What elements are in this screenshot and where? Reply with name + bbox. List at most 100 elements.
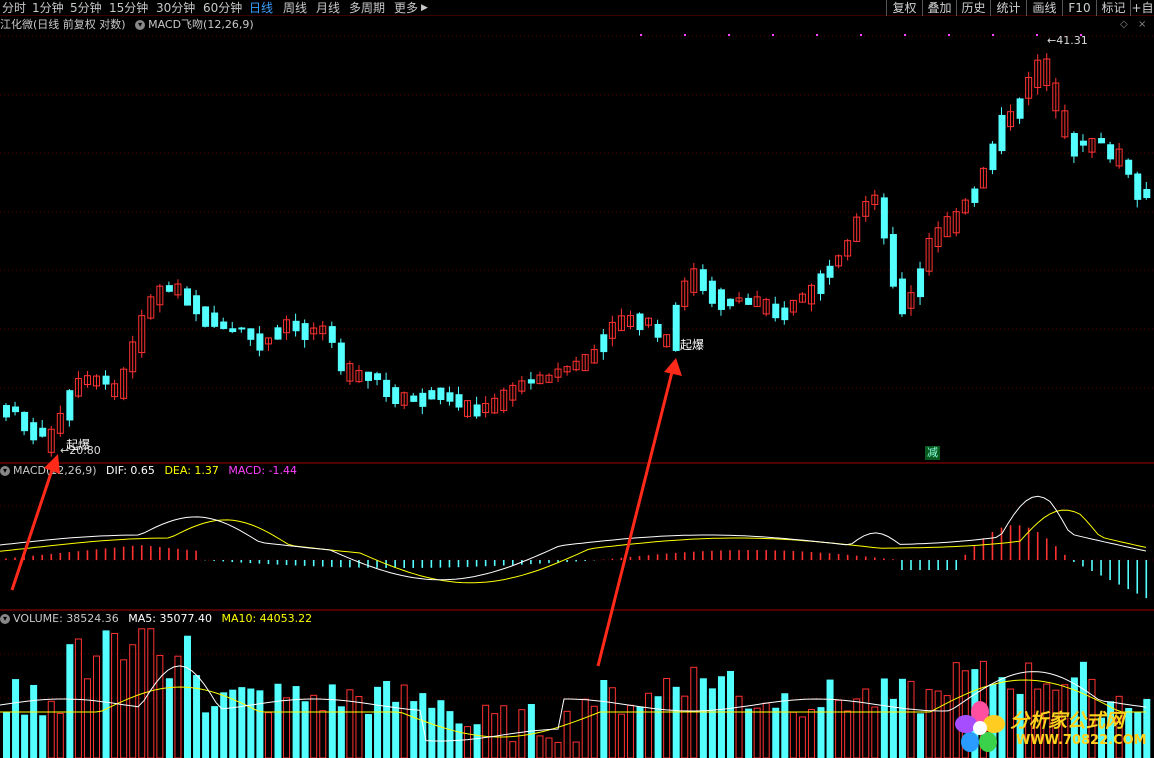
volume-bar (572, 741, 580, 758)
dif-line (0, 495, 1147, 581)
volume-bar (745, 708, 753, 758)
volume-bar (392, 701, 400, 758)
volume-bar (93, 655, 100, 758)
candle-body (301, 323, 309, 340)
volume-bar (202, 712, 210, 758)
candle-body (717, 289, 725, 310)
candle-body (3, 405, 10, 418)
volume-bar (220, 692, 228, 758)
volume-bar (247, 688, 255, 758)
volume-bar (536, 735, 544, 758)
volume-bar (328, 684, 336, 758)
volume-bar (111, 632, 119, 758)
candle-body (600, 334, 608, 353)
candle-body (654, 323, 662, 338)
candle-body (247, 328, 255, 340)
volume-bar (798, 716, 806, 758)
candle-body (383, 379, 391, 397)
volume-bar (600, 679, 608, 758)
volume-bar (727, 670, 734, 758)
top-marker (640, 34, 642, 36)
candle-body (39, 427, 47, 437)
candle-body (1070, 133, 1078, 157)
watermark: 分析家公式网 WWW.70822.COM (950, 698, 1154, 758)
candle-body (889, 234, 897, 287)
candle-body (165, 285, 173, 292)
volume-bar (645, 692, 653, 758)
volume-bar (735, 695, 743, 758)
candle-body (446, 392, 454, 402)
candle-body (392, 387, 400, 405)
candle-body (727, 298, 734, 307)
candle-body (917, 268, 925, 298)
candle-body (898, 278, 906, 315)
volume-bar (835, 699, 843, 758)
candle-body (256, 333, 264, 351)
volume-bar (346, 689, 354, 758)
volume-bar (898, 678, 906, 758)
candle-body (184, 288, 191, 306)
volume-bar (626, 704, 634, 758)
annotation-arrow-1 (10, 469, 54, 591)
candle-body (1016, 98, 1024, 119)
candle-body (527, 379, 535, 384)
watermark-title: 分析家公式网 (1010, 710, 1125, 732)
volume-bar (3, 712, 10, 758)
candle-body (410, 395, 418, 402)
watermark-url: WWW.70822.COM (1016, 733, 1147, 748)
annotation-arrowhead-1 (44, 454, 60, 474)
stock-chart[interactable] (0, 0, 1154, 758)
volume-bar (699, 678, 707, 758)
candle-body (428, 390, 436, 400)
volume-bar (500, 705, 508, 758)
annotation-arrowhead-2 (664, 358, 682, 376)
signal-label-2: 起爆 (680, 338, 705, 352)
volume-bar (102, 630, 110, 758)
reduce-badge: 减 (925, 446, 940, 460)
volume-bar (428, 707, 436, 758)
volume-bar (753, 707, 761, 758)
candle-body (636, 313, 644, 331)
volume-bar (292, 686, 300, 758)
top-marker (1036, 34, 1038, 36)
volume-bar (917, 713, 925, 758)
candle-body (21, 411, 29, 432)
volume-bar (337, 706, 345, 758)
volume-bar (509, 741, 517, 758)
volume-bar (880, 678, 888, 758)
high-price-label: ←41.31 (1047, 34, 1088, 47)
candle-body (193, 295, 201, 315)
volume-bar (581, 698, 589, 758)
candle-body (220, 321, 228, 330)
candle-body (419, 392, 427, 407)
candle-body (745, 297, 753, 305)
candle-body (1107, 144, 1115, 160)
volume-bar (473, 724, 481, 758)
candle-body (238, 327, 246, 330)
volume-bar (129, 644, 137, 758)
volume-bar (663, 677, 671, 758)
volume-bar (563, 710, 571, 758)
candle-body (1098, 138, 1106, 144)
volume-bar (383, 681, 391, 758)
candle-body (374, 373, 382, 381)
top-marker (816, 34, 818, 36)
volume-bar (238, 687, 246, 758)
volume-bar (826, 679, 834, 758)
volume-bar (844, 710, 852, 758)
volume-bar (871, 706, 879, 758)
volume-bar (400, 684, 408, 758)
annotation-arrow-2 (596, 371, 674, 667)
volume-bar (283, 697, 291, 758)
volume-bar (319, 710, 327, 758)
volume-bar (310, 694, 318, 758)
top-marker (860, 34, 862, 36)
flower-logo-icon (955, 701, 1005, 752)
candle-body (455, 394, 463, 408)
volume-bar (211, 706, 219, 758)
volume-bar (617, 713, 625, 758)
volume-bar (301, 701, 309, 758)
top-marker (992, 34, 994, 36)
volume-bar (374, 686, 382, 758)
candle-body (998, 114, 1006, 152)
